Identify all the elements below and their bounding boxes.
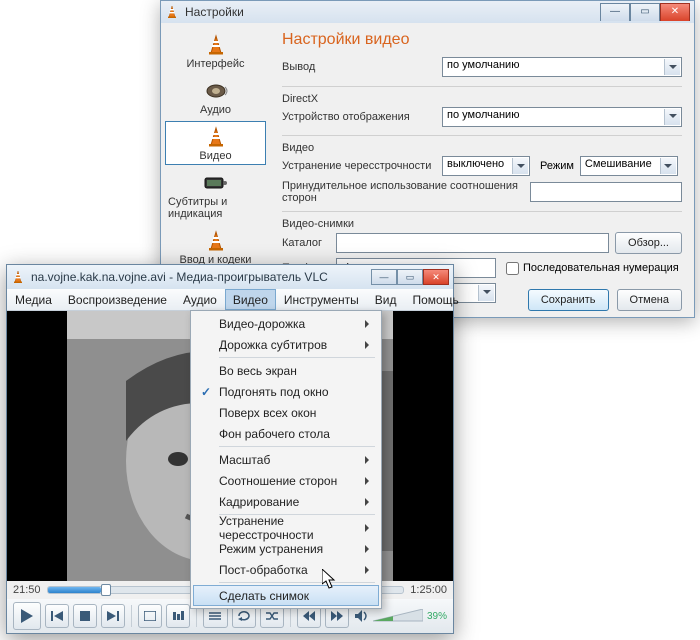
menu-subtitle-track[interactable]: Дорожка субтитров <box>193 334 379 355</box>
deinterlace-label: Устранение чересстрочности <box>282 160 442 172</box>
cancel-button[interactable]: Отмена <box>617 289 682 311</box>
maximize-button[interactable]: ▭ <box>397 269 423 285</box>
browse-button[interactable]: Обзор... <box>615 232 682 254</box>
time-total: 1:25:00 <box>410 584 447 596</box>
menu-media[interactable]: Медиа <box>7 289 60 310</box>
menu-tools[interactable]: Инструменты <box>276 289 367 310</box>
menu-fit-window[interactable]: Подгонять под окно <box>193 381 379 402</box>
letterbox-left <box>7 311 67 581</box>
force-aspect-label: Принудительное использование соотношения… <box>282 180 530 204</box>
window-buttons: — ▭ ✕ <box>600 3 690 21</box>
menu-post-processing[interactable]: Пост-обработка <box>193 559 379 580</box>
sequential-label: Последовательная нумерация <box>523 262 679 274</box>
output-select[interactable]: по умолчанию <box>442 57 682 77</box>
vlc-window-title: na.vojne.kak.na.vojne.avi - Медиа-проигр… <box>31 270 365 284</box>
category-subtitles[interactable]: Субтитры и индикация <box>165 167 266 223</box>
category-input-codecs[interactable]: Ввод и кодеки <box>165 225 266 269</box>
volume-percent: 39% <box>427 611 447 622</box>
menu-always-on-top[interactable]: Поверх всех окон <box>193 402 379 423</box>
display-device-label: Устройство отображения <box>282 111 442 123</box>
video-section-label: Видео <box>282 142 682 154</box>
menu-view[interactable]: Вид <box>367 289 405 310</box>
snapshots-section-label: Видео-снимки <box>282 218 682 230</box>
output-label: Вывод <box>282 61 442 73</box>
category-label: Аудио <box>200 104 231 116</box>
chevron-down-icon <box>660 158 676 174</box>
seek-knob[interactable] <box>101 584 111 596</box>
category-label: Интерфейс <box>187 58 245 70</box>
force-aspect-input[interactable] <box>530 182 682 202</box>
menu-aspect-ratio[interactable]: Соотношение сторон <box>193 470 379 491</box>
settings-titlebar[interactable]: Настройки — ▭ ✕ <box>161 1 694 23</box>
directx-section-label: DirectX <box>282 93 682 105</box>
menu-take-snapshot[interactable]: Сделать снимок <box>193 585 379 606</box>
chevron-down-icon <box>664 59 680 75</box>
extended-settings-button[interactable] <box>166 604 190 628</box>
menu-deinterlace[interactable]: Устранение чересстрочности <box>193 517 379 538</box>
deinterlace-mode-select[interactable]: Смешивание <box>580 156 678 176</box>
cone-icon <box>202 126 230 148</box>
sequential-checkbox-input[interactable] <box>506 262 519 275</box>
speaker-icon <box>202 80 230 102</box>
chevron-down-icon <box>478 285 494 301</box>
close-button[interactable]: ✕ <box>423 269 449 285</box>
menu-wallpaper[interactable]: Фон рабочего стола <box>193 423 379 444</box>
menu-help[interactable]: Помощь <box>404 289 466 310</box>
menu-audio[interactable]: Аудио <box>175 289 225 310</box>
cone-icon <box>202 34 230 56</box>
chevron-down-icon <box>512 158 528 174</box>
vlc-titlebar[interactable]: na.vojne.kak.na.vojne.avi - Медиа-проигр… <box>7 265 453 289</box>
menu-fullscreen[interactable]: Во весь экран <box>193 360 379 381</box>
vlc-window-buttons: — ▭ ✕ <box>371 269 449 285</box>
category-interface[interactable]: Интерфейс <box>165 29 266 73</box>
menu-zoom[interactable]: Масштаб <box>193 449 379 470</box>
category-video[interactable]: Видео <box>165 121 266 165</box>
seek-fill <box>48 587 101 593</box>
vlc-cone-icon <box>165 5 179 19</box>
stop-button[interactable] <box>73 604 97 628</box>
skip-forward-button[interactable] <box>101 604 125 628</box>
menu-video[interactable]: Видео <box>225 289 276 310</box>
cone-icon <box>202 230 230 252</box>
separator <box>131 605 132 627</box>
subtitle-device-icon <box>202 172 230 194</box>
deinterlace-select[interactable]: выключено <box>442 156 530 176</box>
volume-control: 39% <box>353 608 447 624</box>
vlc-cone-icon <box>11 270 25 284</box>
video-dropdown-menu: Видео-дорожка Дорожка субтитров Во весь … <box>190 310 382 609</box>
chevron-down-icon <box>664 109 680 125</box>
settings-footer: Сохранить Отмена <box>528 289 682 311</box>
vlc-menubar: Медиа Воспроизведение Аудио Видео Инстру… <box>7 289 453 311</box>
menu-video-track[interactable]: Видео-дорожка <box>193 313 379 334</box>
time-current: 21:50 <box>13 584 41 596</box>
category-label: Видео <box>199 150 231 162</box>
letterbox-right <box>393 311 453 581</box>
menu-crop[interactable]: Кадрирование <box>193 491 379 512</box>
skip-back-button[interactable] <box>45 604 69 628</box>
menu-separator <box>219 582 375 583</box>
mode-label: Режим <box>540 160 574 172</box>
minimize-button[interactable]: — <box>371 269 397 285</box>
menu-separator <box>219 446 375 447</box>
category-label: Субтитры и индикация <box>168 196 263 220</box>
cursor-icon <box>322 569 336 592</box>
sequential-checkbox[interactable]: Последовательная нумерация <box>506 262 679 275</box>
fullscreen-button[interactable] <box>138 604 162 628</box>
speaker-icon[interactable] <box>353 608 369 624</box>
play-button[interactable] <box>13 602 41 630</box>
volume-slider[interactable] <box>373 609 423 623</box>
menu-separator <box>219 357 375 358</box>
close-button[interactable]: ✕ <box>660 3 690 21</box>
directory-label: Каталог <box>282 237 336 249</box>
save-button[interactable]: Сохранить <box>528 289 609 311</box>
display-device-select[interactable]: по умолчанию <box>442 107 682 127</box>
minimize-button[interactable]: — <box>600 3 630 21</box>
menu-deinterlace-mode[interactable]: Режим устранения <box>193 538 379 559</box>
directory-input[interactable] <box>336 233 609 253</box>
settings-heading: Настройки видео <box>282 31 682 49</box>
menu-playback[interactable]: Воспроизведение <box>60 289 175 310</box>
settings-title: Настройки <box>185 5 594 19</box>
maximize-button[interactable]: ▭ <box>630 3 660 21</box>
category-audio[interactable]: Аудио <box>165 75 266 119</box>
